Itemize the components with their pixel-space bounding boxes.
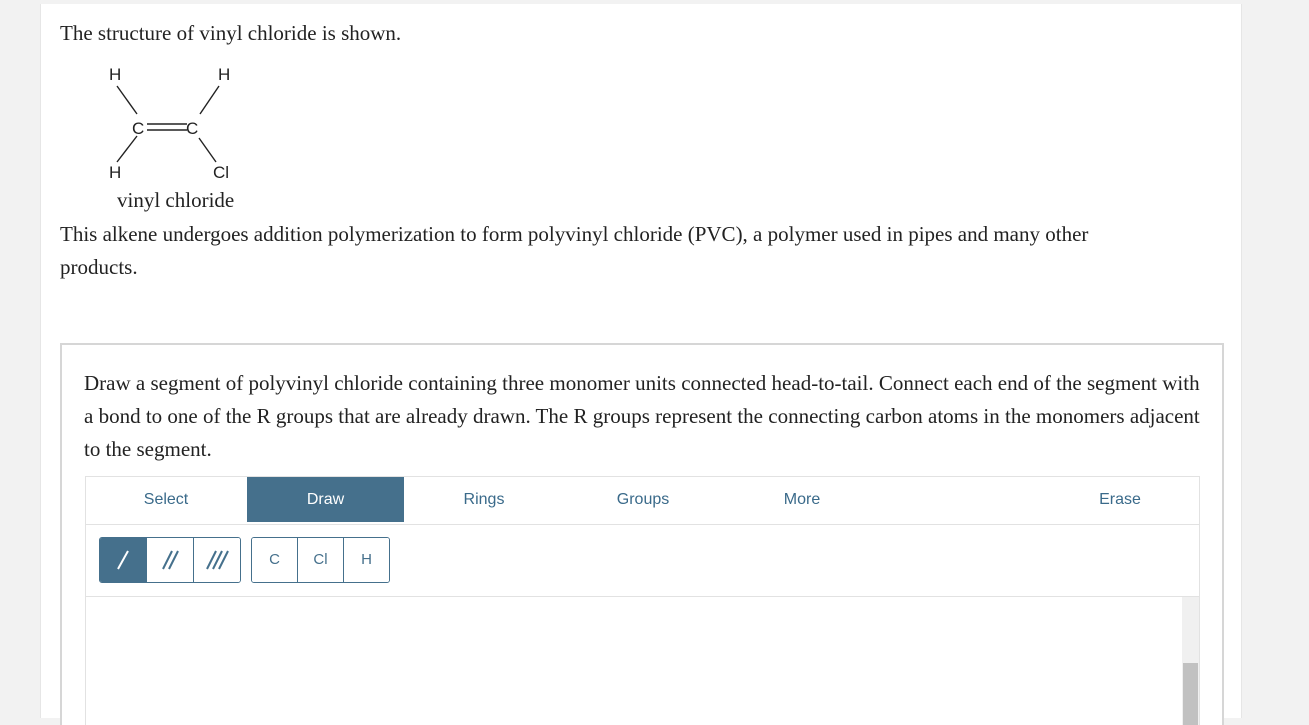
atom-c-right: C	[186, 119, 198, 138]
tab-groups[interactable]: Groups	[564, 477, 722, 522]
canvas-scroll-thumb[interactable]	[1183, 663, 1198, 725]
tab-select[interactable]: Select	[86, 477, 246, 522]
bond-cl-bottom-right	[198, 137, 217, 163]
question-card: The structure of vinyl chloride is shown…	[40, 4, 1242, 725]
atom-cl-button[interactable]: Cl	[298, 538, 344, 582]
triple-bond-button[interactable]	[194, 538, 240, 582]
single-bond-button[interactable]	[100, 538, 147, 582]
triple-bond-icon	[206, 550, 229, 570]
description-text: This alkene undergoes addition polymeriz…	[60, 222, 1089, 279]
atom-h-button[interactable]: H	[344, 538, 389, 582]
vinyl-chloride-structure: H H C C H Cl	[101, 60, 251, 180]
tab-more[interactable]: More	[722, 477, 882, 522]
question-box: Draw a segment of polyvinyl chloride con…	[60, 343, 1224, 725]
single-bond-icon	[117, 550, 129, 570]
tab-rings[interactable]: Rings	[404, 477, 564, 522]
double-bond-icon	[162, 550, 179, 570]
atom-h-bottom-left: H	[109, 163, 121, 180]
bond-h-top-left	[116, 85, 138, 115]
question-text: Draw a segment of polyvinyl chloride con…	[84, 371, 1200, 461]
draw-toolbar: C Cl H	[86, 525, 1199, 597]
atom-cl-bottom-right: Cl	[213, 163, 229, 180]
tab-erase[interactable]: Erase	[1041, 477, 1199, 522]
double-bond-button[interactable]	[147, 538, 194, 582]
drawing-canvas[interactable]	[86, 597, 1199, 725]
atom-h-top-left: H	[109, 65, 121, 84]
editor-tabs: Select Draw Rings Groups More Erase	[86, 477, 1199, 525]
atom-c-left: C	[132, 119, 144, 138]
intro-text: The structure of vinyl chloride is shown…	[60, 21, 402, 45]
bond-tool-group	[99, 537, 241, 583]
canvas-scrollbar[interactable]	[1182, 597, 1199, 725]
atom-h-top-right: H	[218, 65, 230, 84]
tab-draw[interactable]: Draw	[247, 477, 404, 522]
atom-tool-group: C Cl H	[251, 537, 390, 583]
bond-h-bottom-left	[116, 135, 138, 163]
structure-label: vinyl chloride	[117, 188, 235, 212]
molecule-editor: Select Draw Rings Groups More Erase C Cl…	[85, 476, 1200, 725]
bond-h-top-right	[199, 85, 220, 115]
atom-c-button[interactable]: C	[252, 538, 298, 582]
